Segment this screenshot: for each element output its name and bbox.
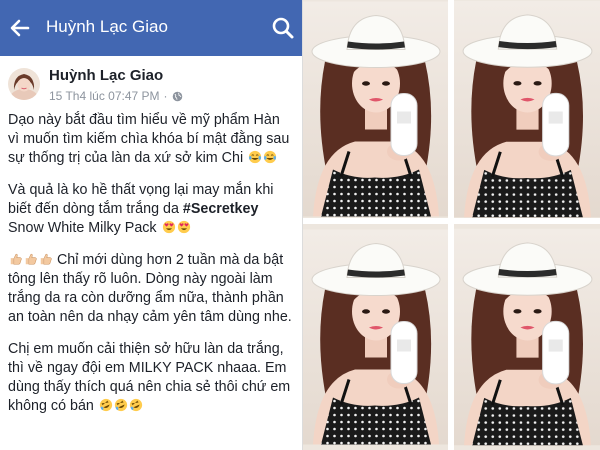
meta-separator: · [163,89,168,103]
post-paragraph-3: Chỉ mới dùng hơn 2 tuần mà da bật tông l… [8,251,298,327]
post-body: Dạo này bắt đầu tìm hiểu về mỹ phẩm Hàn … [8,111,298,429]
heart-eyes-emoji [177,220,190,234]
post-line: trắng da ra còn dưỡng ẩm nữa, thành phần [8,290,284,306]
post-line: Chị em muốn cải thiện sở hữu làn da trắn… [8,341,284,357]
post-line-with-hashtag: biết đến dòng tắm trắng da #Secretkey [8,200,298,219]
photo-bottom-right[interactable] [454,224,600,450]
tears-of-joy-emoji [263,150,277,164]
photo-top-left[interactable] [303,0,448,218]
photo-bottom-left[interactable] [303,224,448,450]
post-paragraph-1: Dạo này bắt đầu tìm hiểu về mỹ phẩm Hàn … [8,111,298,168]
product-photo-image [454,0,600,218]
post-line-text: biết đến dòng tắm trắng da [8,201,179,217]
product-photo-image [303,227,448,447]
post-paragraph-2: Và quả là ko hề thất vọng lại may mắn kh… [8,181,298,238]
post-line-text: Snow White Milky Pack [8,220,157,236]
post-line-with-emoji: Chỉ mới dùng hơn 2 tuần mà da bật [8,251,298,270]
tears-of-joy-emoji [248,150,262,164]
post-line: Dạo này bắt đầu tìm hiểu về mỹ phẩm Hàn [8,112,280,128]
post-line: vì muốn tìm kiếm chìa khóa bí mật đằng s… [8,131,290,147]
thumbs-up-emoji [40,253,52,265]
product-photo-image [303,0,448,218]
search-button[interactable] [268,13,298,43]
photo-collage [303,0,600,450]
post-line-with-emoji: Snow White Milky Pack [8,219,298,238]
post-line-text: không có bán [8,398,94,414]
post-paragraph-4: Chị em muốn cải thiện sở hữu làn da trắn… [8,340,298,416]
hashtag-link[interactable]: #Secretkey [183,201,259,217]
product-photo-image [454,227,600,447]
rolling-laughing-emoji [99,398,112,412]
post-date[interactable]: 15 Th4 lúc 07:47 PM [49,89,160,103]
thumbs-up-emoji [10,253,22,265]
thumbs-up-emoji [25,253,37,265]
photo-top-right[interactable] [454,0,600,218]
facebook-post-panel: Huỳnh Lạc Giao Huỳnh Lạc Giao 15 Th4 lúc… [0,0,303,450]
post-line-with-emoji: sự thống trị của làn da xứ sở kim Chi [8,149,298,168]
profile-title: Huỳnh Lạc Giao [46,17,168,36]
rolling-laughing-emoji [129,398,142,412]
top-app-bar: Huỳnh Lạc Giao [0,0,302,56]
post-line: tông lên thấy rõ luôn. Dòng này ngoài là… [8,271,273,287]
avatar[interactable] [8,68,40,100]
heart-eyes-emoji [162,220,175,234]
author-name[interactable]: Huỳnh Lạc Giao [49,67,163,84]
back-button[interactable] [4,12,36,44]
post-meta: 15 Th4 lúc 07:47 PM · [49,89,183,103]
post-line: thì về ngay đội em MILKY PACK nhaaa. Em [8,360,287,376]
search-icon [272,17,294,39]
avatar-image [8,68,40,100]
post-line: an toàn nên da nhạy cảm yên tâm dùng nhe… [8,309,292,325]
post-line: Và quả là ko hề thất vọng lại may mắn kh… [8,182,274,198]
arrow-left-icon [10,19,30,37]
globe-icon [172,91,182,101]
rolling-laughing-emoji [114,398,127,412]
post-line-text: sự thống trị của làn da xứ sở kim Chi [8,150,244,166]
post-line: dùng thấy thích quá nên chia sẻ thôi chứ… [8,379,291,395]
post-line-text: Chỉ mới dùng hơn 2 tuần mà da bật [56,252,284,268]
post-line-with-emoji: không có bán [8,397,298,416]
